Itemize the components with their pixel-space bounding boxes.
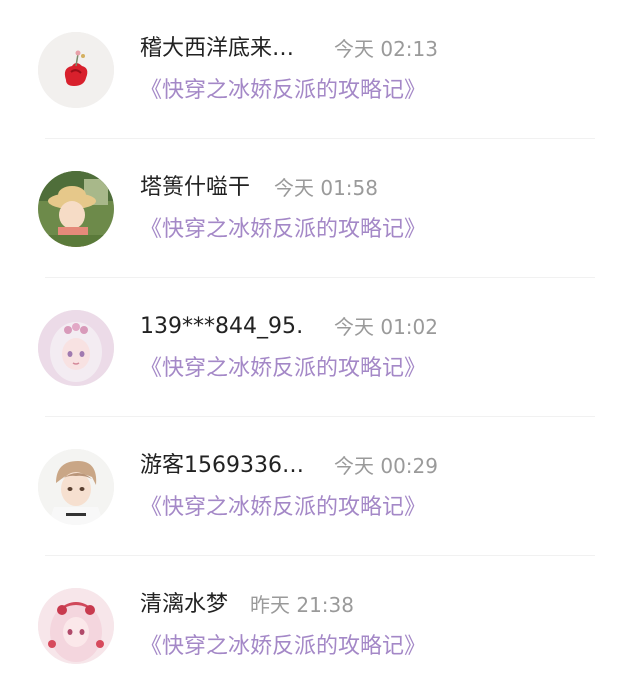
anime-hat-girl-avatar-icon[interactable] — [38, 171, 114, 247]
book-link[interactable]: 《快穿之冰娇反派的攻略记》 — [140, 632, 426, 662]
timestamp: 昨天 21:38 — [250, 593, 354, 617]
username[interactable]: 稽大西洋底来… — [140, 34, 294, 64]
timestamp: 今天 02:13 — [334, 37, 438, 61]
list-item[interactable]: 清漓水梦 昨天 21:38 《快穿之冰娇反派的攻略记》 — [0, 556, 640, 695]
book-link[interactable]: 《快穿之冰娇反派的攻略记》 — [140, 76, 426, 106]
list-item[interactable]: 139***844_95… 今天 01:02 《快穿之冰娇反派的攻略记》 — [0, 278, 640, 417]
comment-list: 稽大西洋底来… 今天 02:13 《快穿之冰娇反派的攻略记》 塔篑什嗌干 今天 … — [0, 0, 640, 673]
list-item[interactable]: 塔篑什嗌干 今天 01:58 《快穿之冰娇反派的攻略记》 — [0, 139, 640, 278]
username[interactable]: 清漓水梦 — [140, 590, 228, 620]
flower-avatar-icon[interactable] — [38, 32, 114, 108]
anime-boy-avatar-icon[interactable] — [38, 449, 114, 525]
username[interactable]: 游客1569336… — [140, 451, 304, 481]
anime-white-hair-girl-avatar-icon[interactable] — [38, 310, 114, 386]
book-link[interactable]: 《快穿之冰娇反派的攻略记》 — [140, 215, 426, 245]
timestamp: 今天 01:02 — [334, 315, 438, 339]
book-link[interactable]: 《快穿之冰娇反派的攻略记》 — [140, 354, 426, 384]
username[interactable]: 139***844_95… — [140, 312, 305, 342]
book-link[interactable]: 《快穿之冰娇反派的攻略记》 — [140, 493, 426, 523]
timestamp: 今天 00:29 — [334, 454, 438, 478]
list-item[interactable]: 稽大西洋底来… 今天 02:13 《快穿之冰娇反派的攻略记》 — [0, 0, 640, 139]
list-item[interactable]: 游客1569336… 今天 00:29 《快穿之冰娇反派的攻略记》 — [0, 417, 640, 556]
anime-pink-girl-avatar-icon[interactable] — [38, 588, 114, 664]
timestamp: 今天 01:58 — [274, 176, 378, 200]
username[interactable]: 塔篑什嗌干 — [140, 173, 250, 203]
